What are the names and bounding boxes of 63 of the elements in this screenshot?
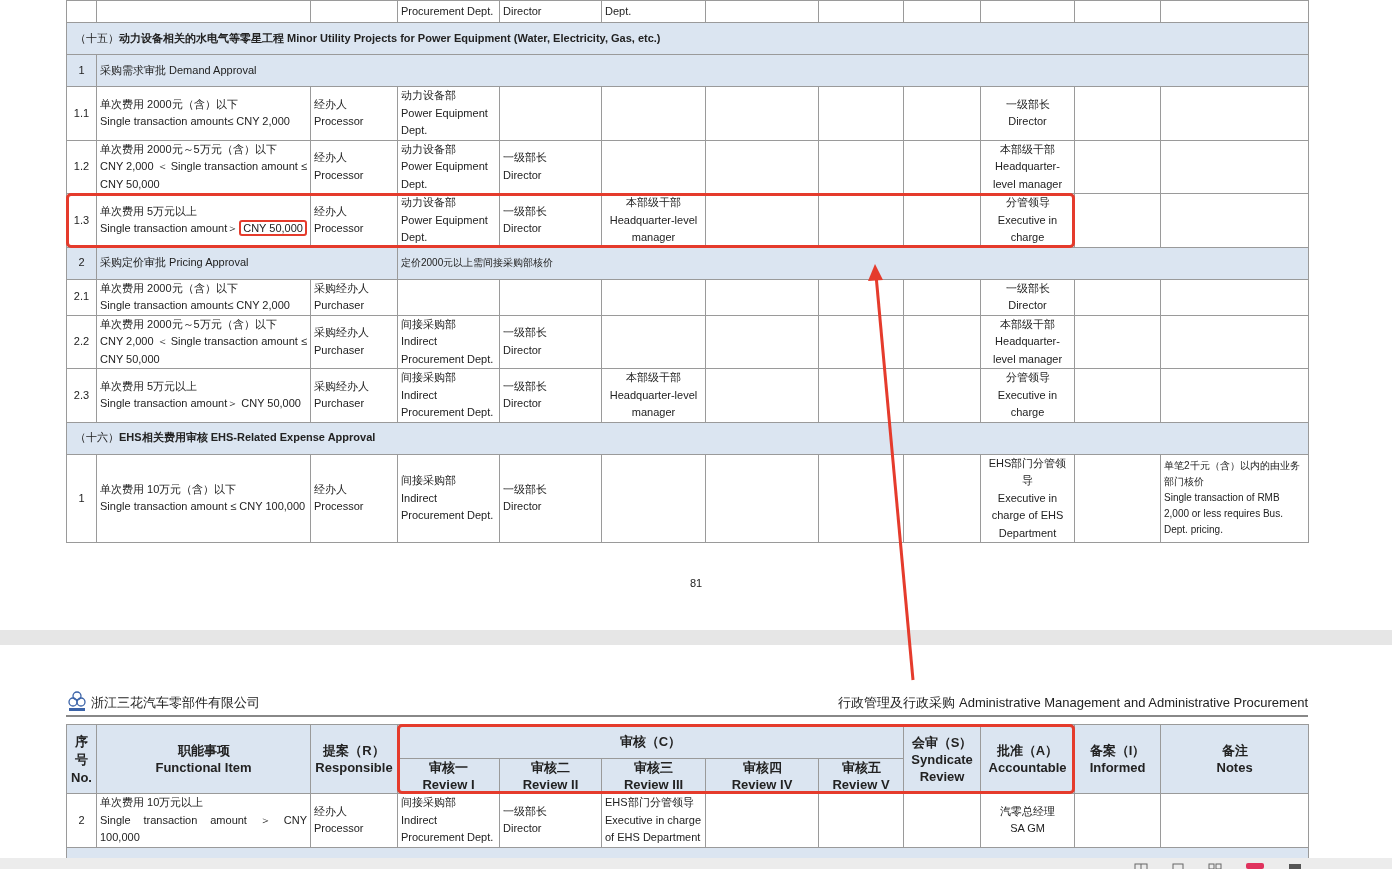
company-name: 浙江三花汽车零部件有限公司 — [91, 693, 260, 712]
table-cell: 间接采购部 Indirect Procurement Dept. — [397, 454, 500, 543]
highlight-mark: CNY 50,000 — [239, 220, 307, 237]
column-header: 备注 Notes — [1160, 724, 1309, 794]
table-cell: 单次费用 2000元（含）以下 Single transaction amount≤ CNY 2,000 — [96, 279, 311, 315]
table-cell: Director — [499, 0, 602, 23]
column-header: 会审（S） Syndicate Review — [903, 724, 981, 794]
group-heading: 采购定价审批 Pricing Approval — [96, 247, 398, 279]
table-cell: 采购经办人 Purchaser — [310, 315, 398, 369]
page-icon[interactable] — [1172, 863, 1184, 869]
table-cell: 单次费用 5万元以上 Single transaction amount＞ CNY 50,000 — [96, 368, 311, 422]
row-number: 2 — [66, 793, 97, 847]
row-number: 2 — [66, 247, 97, 279]
group-heading: 采购需求审批 Demand Approval — [96, 54, 1309, 87]
row-number: 1.2 — [66, 140, 97, 194]
column-header: No. — [70, 768, 93, 786]
table-cell: 动力设备部 Power Equipment Dept. — [397, 86, 500, 140]
logo-icon — [66, 690, 88, 712]
column-header: 职能事项 Functional Item — [96, 724, 311, 794]
table-cell: 采购经办人 Purchaser — [310, 368, 398, 422]
table-cell: 经办人 Processor — [310, 793, 398, 847]
table-cell: 经办人 Processor — [310, 454, 398, 543]
table-cell: 单次费用 10万元（含）以下 Single transaction amount ≤ CNY 100,000 — [96, 454, 311, 543]
split-view-icon[interactable] — [1134, 863, 1148, 869]
row-number: 2.2 — [66, 315, 97, 369]
table-cell: 间接采购部 Indirect Procurement Dept. — [397, 368, 500, 422]
table-cell: 一级部长 Director — [980, 279, 1075, 315]
table-cell: EHS部门分管领导 Executive in charge of EHS Department — [980, 454, 1075, 543]
table-cell: 单次费用 2000元～5万元（含）以下 CNY 2,000 ＜ Single transaction amount ≤ CNY 50,000 — [96, 315, 311, 369]
table-cell: 本部级干部 Headquarter-level manager — [980, 315, 1075, 369]
table-cell: 一级部长 Director — [980, 86, 1075, 140]
table-cell: 汽零总经理 SA GM — [980, 793, 1075, 847]
column-header: 备案（I） Informed — [1074, 724, 1161, 794]
page-number: 81 — [689, 576, 703, 591]
row-number: 1 — [66, 54, 97, 87]
table-cell: 单笔2千元（含）以内的由业务部门核价 Single transaction of RMB 2,000 or less requires Bus. Dept. pricing. — [1160, 454, 1309, 543]
row-number: 1 — [66, 454, 97, 543]
row-number: 2.1 — [66, 279, 97, 315]
table-cell: 经办人 Processor — [310, 86, 398, 140]
column-header: 序号 — [75, 732, 88, 769]
table-cell: 一级部长 Director — [499, 368, 602, 422]
panel-icon[interactable] — [1288, 863, 1302, 869]
table-cell: Dept. — [601, 0, 706, 23]
row-number: 1.1 — [66, 86, 97, 140]
row-number: 2.3 — [66, 368, 97, 422]
table-cell: 一级部长 Director — [499, 454, 602, 543]
section-heading: （十五）动力设备相关的水电气等零星工程 Minor Utility Projects for Power Equipment (Water, Electricity, Gas, etc.) — [66, 22, 1309, 55]
table-cell: Procurement Dept. — [397, 0, 500, 23]
table-cell: EHS部门分管领导 Executive in charge of EHS Department — [601, 793, 706, 847]
table-cell: 间接采购部 Indirect Procurement Dept. — [397, 315, 500, 369]
table-cell: 一级部长 Director — [499, 793, 602, 847]
chapter-title: 行政管理及行政采购 Administrative Management and Administrative Procurement — [838, 693, 1308, 712]
table-cell: 间接采购部 Indirect Procurement Dept. — [397, 793, 500, 847]
table-cell: 单次费用 2000元（含）以下 Single transaction amount≤ CNY 2,000 — [96, 86, 311, 140]
section-heading: （十六）EHS相关费用审核 EHS-Related Expense Approval — [66, 422, 1309, 454]
table-cell: 本部级干部 Headquarter-level manager — [601, 368, 706, 422]
table-cell: 分管领导 Executive in charge — [980, 368, 1075, 422]
swatch-icon[interactable] — [1246, 863, 1264, 869]
table-cell: 单次费用 10万元以上 Single transaction amount ＞ CNY 100,000 — [96, 793, 311, 847]
table-cell: 一级部长 Director — [499, 315, 602, 369]
table-cell: 采购经办人 Purchaser — [310, 279, 398, 315]
grid-icon[interactable] — [1208, 863, 1222, 869]
column-header: 提案（R） Responsible — [310, 724, 398, 794]
